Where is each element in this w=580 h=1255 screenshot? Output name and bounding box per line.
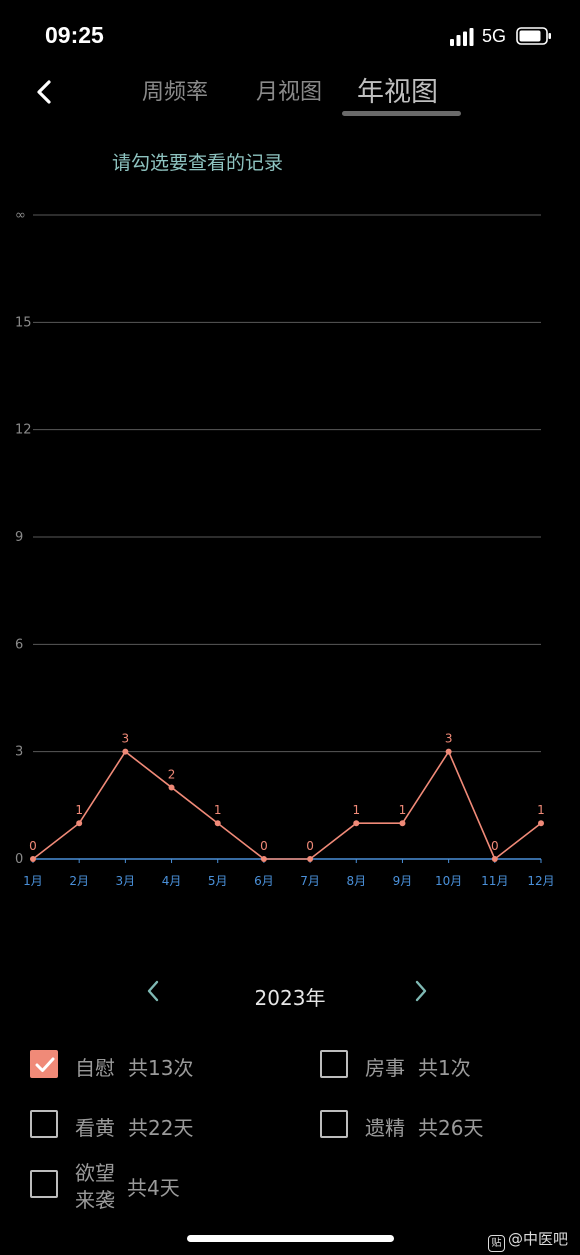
battery-icon	[516, 27, 551, 45]
next-year-button[interactable]	[410, 976, 432, 1006]
record-name: 自慰	[75, 1056, 115, 1080]
tab-year-view[interactable]: 年视图	[357, 70, 438, 109]
record-total: 共13次	[128, 1056, 194, 1080]
record-total: 共22天	[128, 1116, 194, 1140]
home-indicator[interactable]	[187, 1235, 394, 1242]
record-item: 遗精 共26天	[320, 1110, 550, 1150]
record-item: 欲望 来袭 共4天	[30, 1160, 280, 1212]
network-label: 5G	[482, 26, 507, 46]
status-bar: 09:25 5G	[0, 0, 580, 72]
x-tick-label: 10月	[435, 874, 462, 888]
record-item: 看黄 共22天	[30, 1110, 280, 1150]
data-label: 1	[75, 803, 83, 817]
x-tick-label: 9月	[393, 874, 413, 888]
status-time: 09:25	[45, 22, 104, 48]
x-tick-label: 3月	[116, 874, 136, 888]
data-point	[353, 820, 360, 827]
checkmark-icon	[35, 1057, 55, 1072]
data-point	[122, 748, 129, 755]
back-button[interactable]	[28, 74, 62, 110]
data-point	[168, 784, 175, 791]
record-name: 看黄	[75, 1116, 115, 1140]
record-checkbox[interactable]	[320, 1110, 348, 1138]
record-checkbox[interactable]	[30, 1170, 58, 1198]
data-point	[214, 820, 221, 827]
data-point	[399, 820, 406, 827]
data-label: 3	[445, 732, 453, 746]
record-item: 自慰 共13次	[30, 1050, 280, 1090]
y-tick-label: 6	[15, 637, 23, 652]
record-total: 共4天	[127, 1176, 180, 1200]
chevron-left-icon	[37, 80, 51, 104]
data-label: 0	[306, 839, 314, 853]
tab-weekly-frequency[interactable]: 周频率	[142, 74, 208, 106]
data-label: 1	[352, 803, 360, 817]
x-tick-label: 5月	[208, 874, 228, 888]
active-tab-indicator	[342, 111, 461, 116]
previous-year-button[interactable]	[142, 976, 164, 1006]
record-name-line1: 欲望	[75, 1161, 115, 1185]
y-tick-label: 12	[15, 423, 32, 438]
data-label: 1	[537, 803, 545, 817]
chevron-left-icon	[147, 980, 159, 1002]
y-tick-label: 0	[15, 852, 23, 867]
data-point	[538, 820, 544, 827]
record-name-line2: 来袭	[75, 1188, 115, 1212]
record-checkbox[interactable]	[320, 1050, 348, 1078]
x-tick-label: 8月	[346, 874, 366, 888]
tab-month-view[interactable]: 月视图	[256, 74, 322, 106]
watermark-text: @中医吧	[508, 1230, 569, 1248]
record-name: 房事	[365, 1056, 405, 1080]
x-tick-label: 2月	[69, 874, 89, 888]
signal-bars-icon	[450, 28, 474, 46]
x-tick-label: 11月	[481, 874, 508, 888]
data-label: 3	[122, 732, 130, 746]
x-tick-label: 1月	[23, 874, 43, 888]
data-point	[307, 856, 314, 862]
record-checkbox[interactable]	[30, 1110, 58, 1138]
record-name: 遗精	[365, 1116, 405, 1140]
data-point	[491, 856, 498, 862]
record-total: 共26天	[418, 1116, 484, 1140]
data-point	[76, 820, 83, 827]
data-label: 0	[260, 839, 268, 853]
year-line-chart: 0 3 6 9 12 15 ∞ 1月 2月 3月 4月 5月 6月 7月 8月 9月 10月 11月 12月 0 1 3 2…	[15, 208, 555, 888]
data-point	[445, 748, 452, 755]
chevron-right-icon	[415, 980, 427, 1002]
record-checkbox[interactable]	[30, 1050, 58, 1078]
x-tick-label: 6月	[254, 874, 274, 888]
hint-text: 请勾选要查看的记录	[112, 152, 284, 174]
y-tick-label: 3	[15, 745, 23, 760]
data-point	[260, 856, 267, 862]
watermark: 贴 @中医吧	[488, 1228, 568, 1252]
data-label: 1	[214, 803, 222, 817]
record-item: 房事 共1次	[320, 1050, 550, 1090]
x-tick-label: 12月	[527, 874, 554, 888]
y-tick-label: ∞	[15, 208, 26, 223]
series-line	[32, 749, 542, 861]
data-label: 0	[29, 839, 37, 853]
year-label: 2023年	[254, 986, 326, 1010]
watermark-logo: 贴	[488, 1235, 505, 1252]
y-tick-label: 15	[15, 315, 32, 330]
record-total: 共1次	[418, 1056, 471, 1080]
data-label: 2	[168, 767, 176, 781]
x-tick-label: 4月	[162, 874, 182, 888]
data-label: 1	[399, 803, 407, 817]
data-point	[30, 856, 36, 862]
x-tick-label: 7月	[300, 874, 320, 888]
y-tick-label: 9	[15, 530, 23, 545]
data-label: 0	[491, 839, 499, 853]
